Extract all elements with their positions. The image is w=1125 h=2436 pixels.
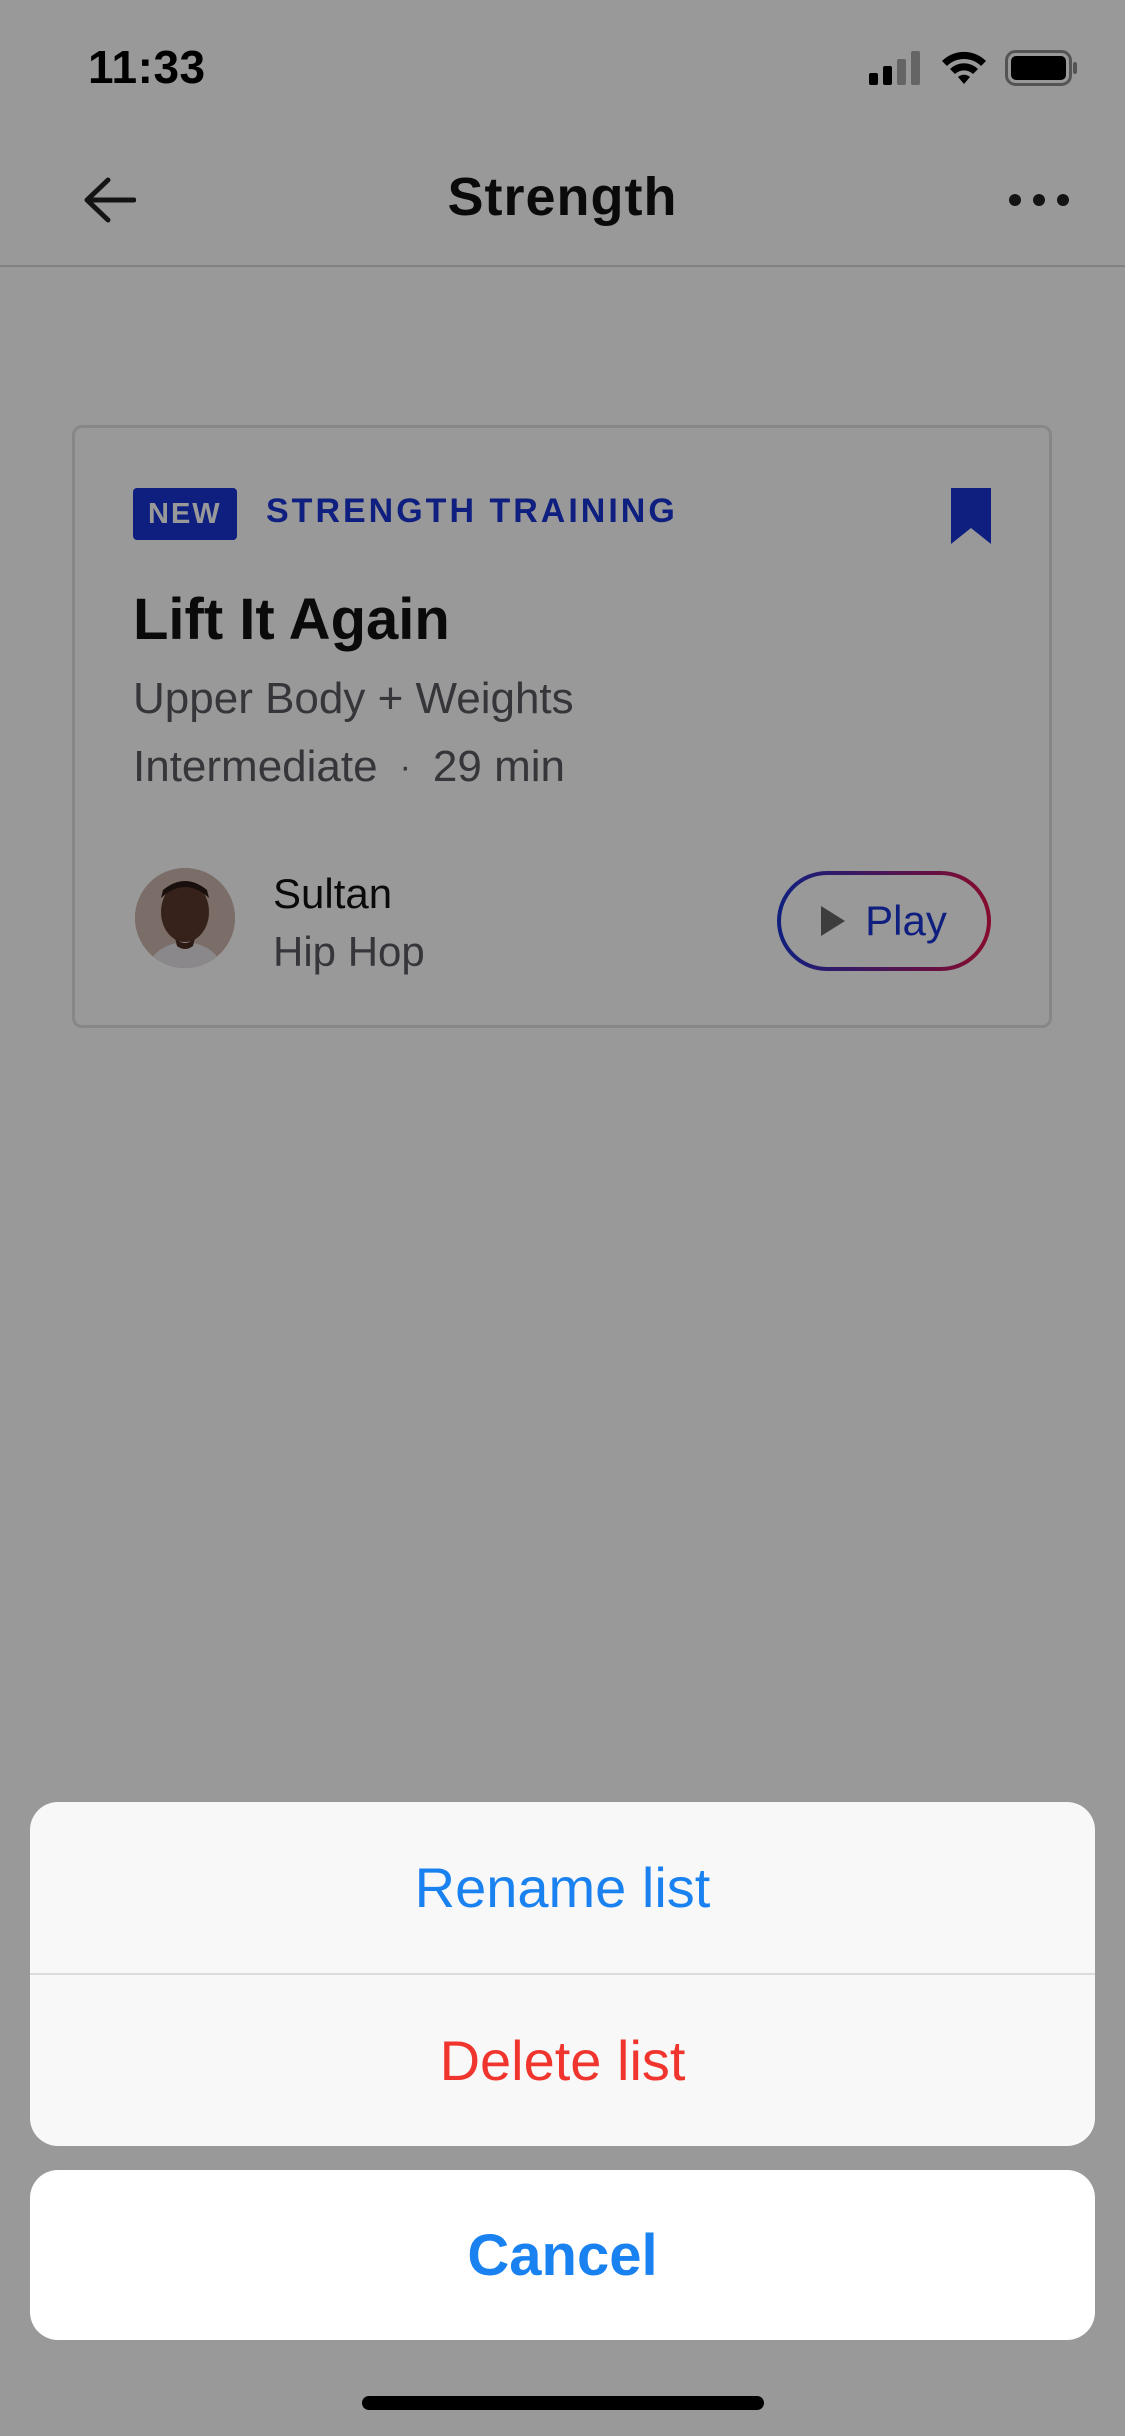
delete-list-button[interactable]: Delete list [30, 1975, 1095, 2146]
action-sheet: Rename list Delete list [30, 1802, 1095, 2146]
rename-list-button[interactable]: Rename list [30, 1802, 1095, 1973]
cancel-button[interactable]: Cancel [30, 2170, 1095, 2340]
home-indicator[interactable] [362, 2396, 764, 2410]
